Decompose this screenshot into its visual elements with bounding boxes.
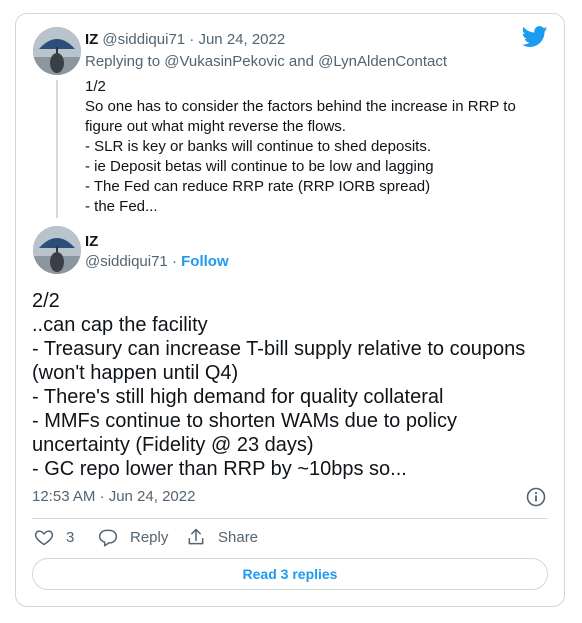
reply-button[interactable]: Reply	[98, 527, 168, 547]
tweet-text-line: (won't happen until Q4)	[32, 362, 239, 384]
handle[interactable]: @siddiqui71	[85, 253, 168, 270]
share-upload-icon	[188, 528, 204, 545]
divider	[32, 518, 548, 519]
info-icon[interactable]	[526, 487, 546, 507]
read-replies-button[interactable]: Read 3 replies	[32, 558, 548, 590]
follow-button[interactable]: Follow	[181, 253, 229, 270]
tweet-text-line: - ie Deposit betas will continue to be l…	[85, 158, 434, 175]
tweet-text-line: figure out what might reverse the flows.	[85, 118, 346, 135]
heart-icon	[34, 530, 54, 546]
tweet-text-line: 2/2	[32, 290, 60, 312]
comment-bubble-icon	[98, 529, 118, 547]
share-label: Share	[218, 528, 259, 546]
reply-tweet-header: IZ @siddiqui71 · Jun 24, 2022	[85, 31, 285, 48]
tweet-text-line: So one has to consider the factors behin…	[85, 98, 516, 115]
avatar[interactable]	[33, 226, 81, 274]
like-button[interactable]: 3	[34, 527, 74, 547]
tweet-date[interactable]: Jun 24, 2022	[198, 31, 285, 48]
reply-label: Reply	[130, 528, 169, 546]
handle[interactable]: @siddiqui71	[102, 31, 185, 48]
tweet-text-line: - MMFs continue to shorten WAMs due to p…	[32, 410, 457, 432]
thread-connector-line	[56, 80, 58, 218]
tweet-text-line: - the Fed...	[85, 198, 158, 215]
reply-tweet-text: 1/2 So one has to consider the factors b…	[85, 77, 545, 217]
tweet-text-line: - GC repo lower than RRP by ~10bps so...	[32, 458, 407, 480]
tweet-text-line: 1/2	[85, 78, 106, 95]
like-count: 3	[66, 528, 75, 546]
tweet-text-line: - The Fed can reduce RRP rate (RRP IORB …	[85, 178, 431, 195]
tweet-text-line: - Treasury can increase T-bill supply re…	[32, 338, 526, 360]
tweet-text-line: ..can cap the facility	[32, 314, 208, 336]
share-button[interactable]: Share	[186, 527, 258, 547]
tweet-text-line: uncertainty (Fidelity @ 23 days)	[32, 434, 314, 456]
tweet-text-line: - SLR is key or banks will continue to s…	[85, 138, 432, 155]
tweet-text-line: - There's still high demand for quality …	[32, 386, 444, 408]
separator-dot: ·	[171, 253, 177, 270]
tweet-timestamp[interactable]: 12:53 AM · Jun 24, 2022	[32, 488, 195, 505]
handle-row: @siddiqui71 · Follow	[85, 253, 229, 270]
avatar[interactable]	[33, 27, 81, 75]
main-tweet-text: 2/2 ..can cap the facility - Treasury ca…	[32, 289, 552, 481]
separator-dot: ·	[189, 31, 195, 48]
twitter-bird-icon[interactable]	[522, 26, 548, 48]
display-name[interactable]: IZ	[85, 31, 98, 48]
display-name[interactable]: IZ	[85, 233, 98, 250]
replying-to[interactable]: Replying to @VukasinPekovic and @LynAlde…	[85, 53, 447, 70]
